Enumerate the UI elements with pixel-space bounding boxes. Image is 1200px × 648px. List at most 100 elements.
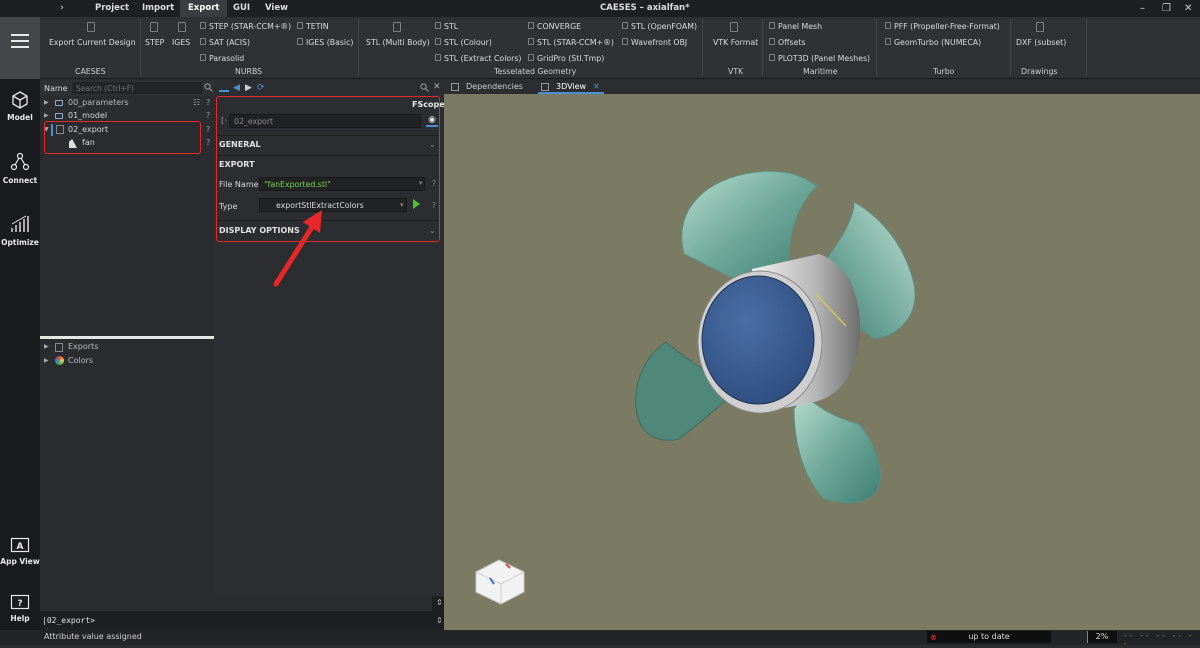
tree-item-00-parameters[interactable]: 00_parameters bbox=[68, 98, 129, 107]
forward-icon[interactable]: ▶ bbox=[245, 83, 252, 93]
stl-button[interactable]: STL bbox=[435, 22, 458, 31]
scroll-arrows-icon[interactable]: ⇕ bbox=[436, 616, 443, 625]
stl-multi-body-button[interactable]: STL (Multi Body) bbox=[366, 38, 430, 47]
annotation-arrow-icon bbox=[273, 210, 322, 287]
offsets-button[interactable]: Offsets bbox=[769, 38, 806, 47]
status-bar: Attribute value assigned ⊗ up to date 2%… bbox=[0, 630, 1200, 648]
tab-dependencies-label: Dependencies bbox=[466, 82, 523, 91]
hamburger-menu-button[interactable] bbox=[0, 17, 40, 79]
stl-multi-icon bbox=[393, 22, 401, 32]
panel-mesh-label: Panel Mesh bbox=[778, 22, 823, 31]
left-rail: Model Connect Optimize A App View ? Help bbox=[0, 17, 40, 645]
panel-splitter[interactable] bbox=[40, 336, 214, 339]
rail-connect-label: Connect bbox=[2, 176, 38, 185]
search-icon[interactable] bbox=[204, 83, 213, 92]
minimize-icon[interactable]: – bbox=[1140, 0, 1145, 17]
tab-3dview[interactable]: 3DView ✕ bbox=[538, 80, 604, 94]
export-current-design-button[interactable]: Export Current Design bbox=[49, 38, 136, 47]
help-icon[interactable]: ? bbox=[206, 138, 210, 147]
dxf-icon bbox=[1036, 22, 1044, 32]
converge-label: CONVERGE bbox=[537, 22, 582, 31]
restore-icon[interactable]: ❐ bbox=[1162, 0, 1171, 17]
back-icon[interactable]: ◀ bbox=[233, 83, 240, 93]
tab-3dview-label: 3DView bbox=[556, 82, 587, 91]
navigation-cube-icon[interactable] bbox=[475, 559, 525, 605]
geomturbo-button[interactable]: GeomTurbo (NUMECA) bbox=[885, 38, 981, 47]
command-input[interactable]: |02_export> bbox=[42, 616, 95, 625]
tree-search-input[interactable]: Search (Ctrl+F) bbox=[72, 82, 202, 94]
search-icon[interactable] bbox=[420, 83, 429, 92]
refresh-icon[interactable]: ⟳ bbox=[257, 83, 265, 93]
help-icon[interactable]: ? bbox=[206, 125, 210, 134]
expand-toolbar-button[interactable]: › bbox=[52, 0, 72, 17]
expand-arrow-icon[interactable]: ▶ bbox=[44, 343, 49, 350]
stl-colour-icon bbox=[435, 38, 441, 45]
scroll-arrows-icon[interactable]: ⇕ bbox=[436, 598, 443, 607]
group-label-drawings: Drawings bbox=[1021, 67, 1058, 76]
parasolid-button[interactable]: Parasolid bbox=[200, 54, 244, 63]
rail-help-label: Help bbox=[10, 614, 30, 623]
stl-extract-colors-button[interactable]: STL (Extract Colors) bbox=[435, 54, 521, 63]
expand-arrow-icon[interactable]: ▶ bbox=[44, 99, 49, 106]
dxf-button[interactable]: DXF (subset) bbox=[1016, 38, 1066, 47]
wavefront-button[interactable]: Wavefront OBJ bbox=[622, 38, 687, 47]
menu-gui[interactable]: GUI bbox=[225, 0, 258, 17]
hamburger-icon-line bbox=[11, 40, 29, 42]
expand-arrow-icon[interactable]: ▶ bbox=[44, 112, 49, 119]
step-button[interactable]: STEP bbox=[145, 38, 164, 47]
stl-star-button[interactable]: STL (STAR-CCM+®) bbox=[528, 38, 614, 47]
chart-icon bbox=[11, 215, 29, 232]
3d-viewport[interactable] bbox=[444, 94, 1200, 630]
vtk-format-button[interactable]: VTK Format bbox=[713, 38, 758, 47]
group-label-caeses: CAESES bbox=[75, 67, 106, 76]
iges-basic-button[interactable]: IGES (Basic) bbox=[297, 38, 353, 47]
pff-icon bbox=[885, 22, 891, 29]
tree-item-colors[interactable]: Colors bbox=[68, 356, 93, 365]
colors-icon bbox=[55, 356, 64, 365]
pff-button[interactable]: PFF (Propeller-Free-Format) bbox=[885, 22, 1000, 31]
hamburger-icon-line bbox=[11, 46, 29, 48]
menu-project[interactable]: Project bbox=[87, 0, 137, 17]
settings-icon[interactable]: ☷ bbox=[193, 98, 200, 107]
step-star-button[interactable]: STEP (STAR-CCM+®) bbox=[200, 22, 291, 31]
tetin-button[interactable]: TETIN bbox=[297, 22, 329, 31]
status-message: Attribute value assigned bbox=[44, 632, 142, 641]
3dview-icon bbox=[541, 83, 549, 91]
pin-icon[interactable] bbox=[219, 82, 229, 92]
iges-button[interactable]: IGES bbox=[172, 38, 190, 47]
stl-colour-button[interactable]: STL (Colour) bbox=[435, 38, 492, 47]
rail-help-button[interactable]: ? Help bbox=[0, 594, 40, 623]
help-icon[interactable]: ? bbox=[206, 111, 210, 120]
menu-export[interactable]: Export bbox=[180, 0, 228, 17]
plot3d-button[interactable]: PLOT3D (Panel Meshes) bbox=[769, 54, 870, 63]
stl-label: STL bbox=[444, 22, 459, 31]
rail-model-button[interactable]: Model bbox=[0, 91, 40, 122]
panel-mesh-button[interactable]: Panel Mesh bbox=[769, 22, 822, 31]
fan-model bbox=[475, 170, 916, 605]
highlight-box bbox=[44, 121, 201, 154]
ribbon-separator bbox=[1086, 19, 1087, 75]
help-icon[interactable]: ? bbox=[206, 98, 210, 107]
update-state-indicator[interactable]: ⊗ up to date bbox=[927, 631, 1051, 643]
close-icon[interactable]: ✕ bbox=[1184, 0, 1192, 17]
plot3d-icon bbox=[769, 54, 775, 61]
rail-optimize-button[interactable]: Optimize bbox=[0, 214, 40, 247]
tree-item-exports[interactable]: Exports bbox=[68, 342, 98, 351]
tree-item-01-model[interactable]: 01_model bbox=[68, 111, 107, 120]
converge-button[interactable]: CONVERGE bbox=[528, 22, 581, 31]
rail-connect-button[interactable]: Connect bbox=[0, 152, 40, 185]
gridpro-button[interactable]: GridPro (Stl.Tmp) bbox=[528, 54, 604, 63]
tree-column-name: Name bbox=[44, 84, 68, 93]
menu-view[interactable]: View bbox=[257, 0, 296, 17]
stl-openfoam-button[interactable]: STL (OpenFOAM) bbox=[622, 22, 697, 31]
property-panel: ◀ ▶ ⟳ ✕ FScope [· 02_export ◉ GENERAL ⌄ … bbox=[215, 80, 445, 595]
rail-app-view-button[interactable]: A App View bbox=[0, 537, 40, 566]
close-panel-icon[interactable]: ✕ bbox=[433, 82, 441, 92]
menu-import[interactable]: Import bbox=[134, 0, 182, 17]
iges-basic-label: IGES (Basic) bbox=[306, 38, 354, 47]
sat-button[interactable]: SAT (ACIS) bbox=[200, 38, 250, 47]
close-tab-icon[interactable]: ✕ bbox=[593, 80, 600, 94]
tab-dependencies[interactable]: Dependencies bbox=[448, 80, 523, 94]
exports-icon bbox=[55, 343, 63, 352]
expand-arrow-icon[interactable]: ▶ bbox=[44, 357, 49, 364]
